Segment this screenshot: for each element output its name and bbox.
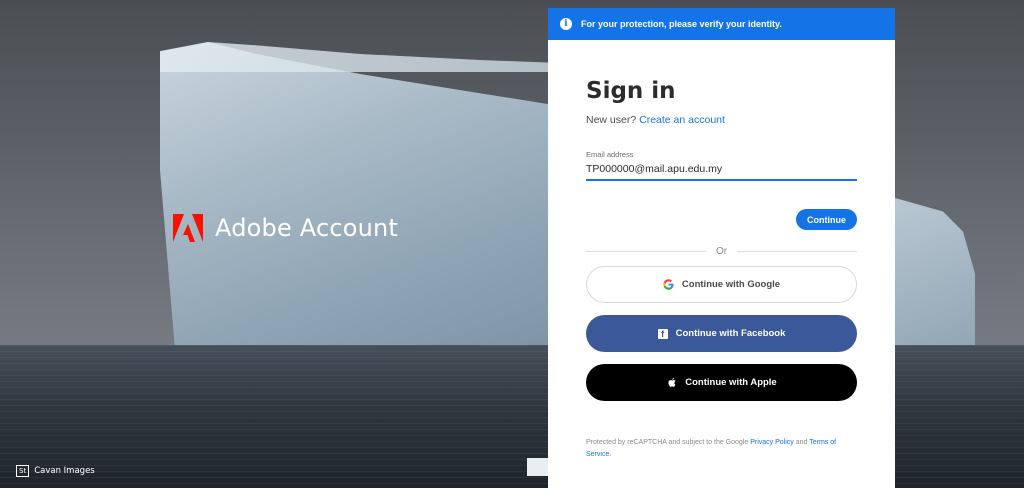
email-label: Email address <box>586 150 634 159</box>
google-icon <box>663 279 674 290</box>
brand: Adobe Account <box>173 214 398 242</box>
apple-button-label: Continue with Apple <box>685 377 777 388</box>
legal-and: and <box>795 439 808 446</box>
photo-credit[interactable]: St Cavan Images <box>16 465 95 477</box>
brand-title: Adobe Account <box>215 214 399 242</box>
facebook-signin-button[interactable]: f Continue with Facebook <box>586 315 857 352</box>
adobe-logo-icon <box>173 214 203 242</box>
email-field[interactable] <box>586 162 857 181</box>
new-user-text: New user? <box>586 114 637 126</box>
privacy-policy-link[interactable]: Privacy Policy <box>750 439 794 446</box>
photo-credit-text: Cavan Images <box>34 466 95 476</box>
stock-badge: St <box>16 465 30 477</box>
continue-button[interactable]: Continue <box>796 209 857 230</box>
ice-chunk <box>527 458 549 476</box>
divider-line <box>737 251 858 252</box>
or-divider: Or <box>586 246 858 257</box>
signin-card: i For your protection, please verify you… <box>548 8 895 488</box>
divider-line <box>586 251 706 252</box>
legal-text: Protected by reCAPTCHA and subject to th… <box>586 439 749 446</box>
google-signin-button[interactable]: Continue with Google <box>586 266 857 303</box>
banner-text: For your protection, please verify your … <box>581 19 782 29</box>
apple-signin-button[interactable]: Continue with Apple <box>586 364 857 401</box>
or-label: Or <box>715 246 728 257</box>
create-account-link[interactable]: Create an account <box>639 114 725 126</box>
page-title: Sign in <box>586 78 676 104</box>
recaptcha-notice: Protected by reCAPTCHA and subject to th… <box>586 437 857 461</box>
info-icon: i <box>560 18 572 30</box>
security-banner: i For your protection, please verify you… <box>548 8 895 40</box>
legal-period: . <box>609 451 612 458</box>
facebook-button-label: Continue with Facebook <box>675 328 786 339</box>
facebook-icon: f <box>657 328 668 339</box>
apple-icon <box>668 377 676 387</box>
google-button-label: Continue with Google <box>681 279 781 290</box>
new-user-row: New user? Create an account <box>586 114 857 126</box>
